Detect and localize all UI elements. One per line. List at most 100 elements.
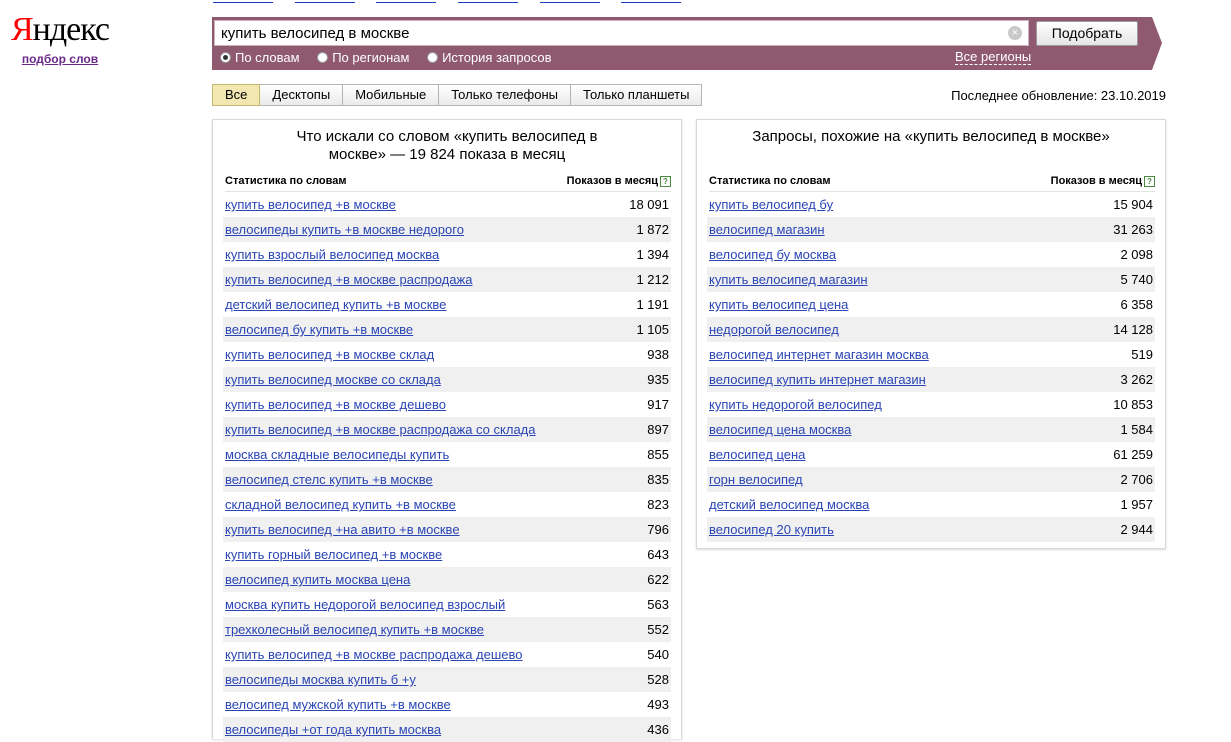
phrase-link[interactable]: велосипед 20 купить	[709, 522, 834, 537]
tab-phones-only[interactable]: Только телефоны	[439, 84, 572, 106]
impressions-count: 14 128	[1113, 322, 1153, 337]
tab-desktops[interactable]: Десктопы	[260, 84, 344, 106]
phrase-link[interactable]: купить велосипед +в москве	[225, 197, 396, 212]
yandex-logo[interactable]: Яндекс	[10, 10, 110, 50]
phrase-link[interactable]: велосипед мужской купить +в москве	[225, 697, 451, 712]
table-row: велосипеды москва купить б +у 528	[223, 667, 671, 692]
help-icon[interactable]: ?	[1144, 176, 1155, 187]
mode-by-words[interactable]: По словам	[220, 50, 300, 65]
top-nav-link[interactable]	[376, 0, 437, 3]
top-nav-link[interactable]	[539, 0, 600, 3]
phrase-link[interactable]: купить горный велосипед +в москве	[225, 547, 442, 562]
phrase-link[interactable]: велосипед бу купить +в москве	[225, 322, 413, 337]
phrase-link[interactable]: купить велосипед +в москве склад	[225, 347, 434, 362]
logo[interactable]: Яндекс подбор слов	[10, 10, 110, 66]
search-field[interactable]: ×	[214, 20, 1029, 46]
phrase-link[interactable]: москва складные велосипеды купить	[225, 447, 449, 462]
table-row: велосипед цена москва 1 584	[707, 417, 1155, 442]
phrase-link[interactable]: велосипед интернет магазин москва	[709, 347, 929, 362]
radio-by-words[interactable]	[220, 52, 231, 63]
phrase-link[interactable]: купить велосипед бу	[709, 197, 833, 212]
top-nav-link[interactable]	[457, 0, 518, 3]
submit-button[interactable]: Подобрать	[1036, 21, 1138, 46]
top-nav-link[interactable]	[213, 0, 273, 3]
all-regions-link[interactable]: Все регионы	[955, 49, 1032, 65]
top-nav-cropped	[213, 0, 699, 3]
radio-history[interactable]	[427, 52, 439, 63]
phrase-link[interactable]: трехколесный велосипед купить +в москве	[225, 622, 484, 637]
table-row: купить велосипед +в москве распродажа де…	[223, 642, 671, 667]
help-icon[interactable]: ?	[660, 176, 671, 187]
phrase-link[interactable]: детский велосипед москва	[709, 497, 869, 512]
table-row: детский велосипед купить +в москве 1 191	[223, 292, 671, 317]
table-row: москва складные велосипеды купить 855	[223, 442, 671, 467]
table-row: купить взрослый велосипед москва 1 394	[223, 242, 671, 267]
impressions-count: 3 262	[1120, 372, 1153, 387]
phrase-link[interactable]: велосипед купить интернет магазин	[709, 372, 926, 387]
phrase-link[interactable]: велосипед стелс купить +в москве	[225, 472, 433, 487]
phrase-link[interactable]: купить недорогой велосипед	[709, 397, 882, 412]
table-row: недорогой велосипед 14 128	[707, 317, 1155, 342]
table-row: велосипеды купить +в москве недорого 1 87…	[223, 217, 671, 242]
phrase-link[interactable]: купить велосипед +в москве распродажа де…	[225, 647, 523, 662]
impressions-count: 1 584	[1120, 422, 1153, 437]
phrase-link[interactable]: велосипед купить москва цена	[225, 572, 410, 587]
phrase-link[interactable]: складной велосипед купить +в москве	[225, 497, 456, 512]
phrase-link[interactable]: велосипеды москва купить б +у	[225, 672, 416, 687]
radio-by-regions[interactable]	[317, 52, 329, 63]
phrase-link[interactable]: купить велосипед цена	[709, 297, 848, 312]
impressions-count: 6 358	[1120, 297, 1153, 312]
phrase-link[interactable]: велосипед цена	[709, 447, 805, 462]
table-row: велосипед интернет магазин москва 519	[707, 342, 1155, 367]
search-input[interactable]	[215, 21, 1001, 45]
phrase-link[interactable]: велосипед бу москва	[709, 247, 836, 262]
impressions-count: 552	[647, 622, 669, 637]
phrase-link[interactable]: москва купить недорогой велосипед взросл…	[225, 597, 505, 612]
table-row: купить велосипед +в москве 18 091	[223, 192, 671, 217]
right-panel: Запросы, похожие на «купить велосипед в …	[696, 119, 1166, 549]
table-row: купить горный велосипед +в москве 643	[223, 542, 671, 567]
impressions-count: 5 740	[1120, 272, 1153, 287]
top-nav-link[interactable]	[294, 0, 355, 3]
phrase-link[interactable]: велосипед магазин	[709, 222, 825, 237]
phrase-link[interactable]: купить велосипед +на авито +в москве	[225, 522, 460, 537]
last-update: Последнее обновление: 23.10.2019	[951, 88, 1166, 103]
impressions-count: 935	[647, 372, 669, 387]
phrase-link[interactable]: велосипеды купить +в москве недорого	[225, 222, 464, 237]
phrase-link[interactable]: купить взрослый велосипед москва	[225, 247, 439, 262]
tab-tablets-only[interactable]: Только планшеты	[571, 84, 703, 106]
mode-label: По регионам	[332, 50, 410, 65]
table-row: купить велосипед бу 15 904	[707, 192, 1155, 217]
table-row: велосипед купить интернет магазин 3 262	[707, 367, 1155, 392]
impressions-count: 528	[647, 672, 669, 687]
phrase-link[interactable]: купить велосипед магазин	[709, 272, 868, 287]
panel-title: Что искали со словом «купить велосипед в…	[269, 128, 625, 164]
phrase-link[interactable]: горн велосипед	[709, 472, 803, 487]
phrase-link[interactable]: купить велосипед +в москве распродажа	[225, 272, 472, 287]
impressions-count: 18 091	[629, 197, 669, 212]
device-tabs: Все Десктопы Мобильные Только телефоны Т…	[212, 84, 703, 106]
tab-all[interactable]: Все	[212, 84, 261, 106]
phrase-link[interactable]: купить велосипед +в москве дешево	[225, 397, 446, 412]
tab-mobile[interactable]: Мобильные	[343, 84, 440, 106]
logo-first-letter: Я	[10, 11, 34, 48]
phrase-link[interactable]: купить велосипед москве со склада	[225, 372, 441, 387]
close-icon[interactable]: ×	[1008, 26, 1022, 40]
col-phrase: Статистика по словам	[225, 175, 347, 187]
impressions-count: 855	[647, 447, 669, 462]
phrase-link[interactable]: велосипед цена москва	[709, 422, 851, 437]
impressions-count: 1 212	[636, 272, 669, 287]
table-row: складной велосипед купить +в москве 823	[223, 492, 671, 517]
impressions-count: 31 263	[1113, 222, 1153, 237]
top-nav-link[interactable]	[621, 0, 682, 3]
title-line: Запросы, похожие на «купить велосипед в …	[752, 128, 1110, 145]
mode-history[interactable]: История запросов	[427, 50, 552, 65]
mode-by-regions[interactable]: По регионам	[317, 50, 409, 65]
impressions-count: 796	[647, 522, 669, 537]
phrase-link[interactable]: купить велосипед +в москве распродажа со…	[225, 422, 535, 437]
impressions-count: 622	[647, 572, 669, 587]
phrase-link[interactable]: недорогой велосипед	[709, 322, 839, 337]
wordstat-link[interactable]: подбор слов	[10, 52, 110, 66]
phrase-link[interactable]: детский велосипед купить +в москве	[225, 297, 446, 312]
col-count-label: Показов в месяц	[1050, 175, 1142, 187]
